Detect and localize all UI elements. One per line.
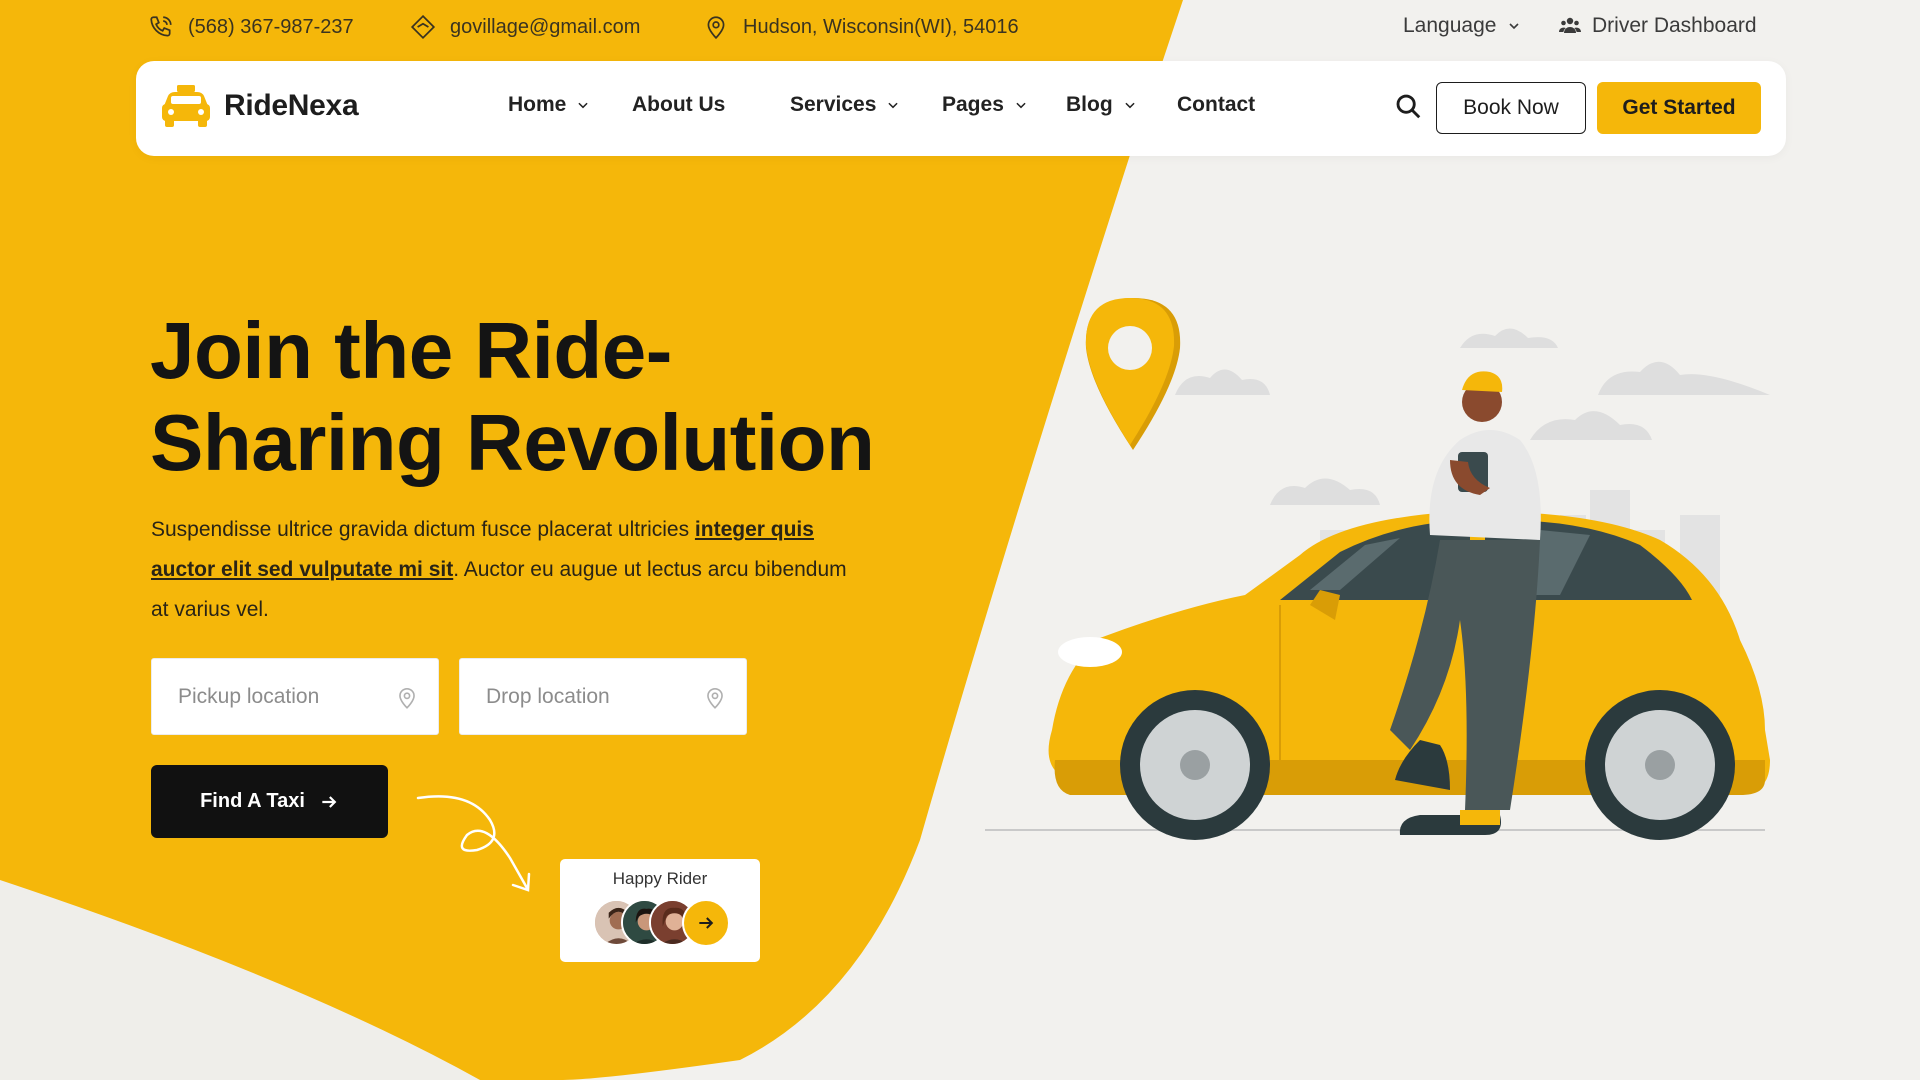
language-label: Language — [1403, 14, 1497, 37]
happy-rider-label: Happy Rider — [612, 869, 708, 888]
chevron-down-icon — [1125, 102, 1135, 109]
taxi-rider-illustration — [985, 298, 1770, 840]
book-now-button[interactable]: Book Now — [1436, 82, 1586, 134]
hero-title: Join the Ride- Sharing Revolution — [150, 305, 910, 489]
address-text: Hudson, Wisconsin(WI), 54016 — [743, 15, 1019, 38]
hero-desc-part-1: Suspendisse ultrice gravida dictum fusce… — [151, 518, 695, 541]
main-navbar: RideNexa Home About Us Services Pages Bl… — [136, 61, 1786, 156]
phone-contact[interactable]: (568) 367-987-237 — [148, 14, 354, 40]
nav-item-pages[interactable]: Pages — [942, 93, 1028, 117]
nav-label: Home — [508, 93, 567, 116]
find-taxi-button[interactable]: Find A Taxi — [151, 765, 388, 838]
happy-rider-arrow-button[interactable] — [682, 899, 730, 947]
hero-description: Suspendisse ultrice gravida dictum fusce… — [151, 510, 851, 630]
pickup-location-input[interactable] — [178, 684, 368, 709]
hero-title-line-1: Join the Ride- — [150, 306, 672, 395]
location-pin-icon — [399, 688, 415, 709]
map-pin-icon — [707, 16, 725, 40]
nav-label: Blog — [1066, 93, 1113, 116]
find-taxi-label: Find A Taxi — [200, 790, 305, 812]
driver-dashboard-link[interactable]: Driver Dashboard — [1558, 14, 1757, 38]
email-contact[interactable]: govillage@gmail.com — [410, 14, 640, 40]
nav-item-about-us[interactable]: About Us — [632, 93, 725, 117]
get-started-button[interactable]: Get Started — [1597, 82, 1761, 134]
chevron-down-icon — [1509, 23, 1520, 30]
arrow-right-icon — [699, 917, 714, 929]
brand-logo[interactable]: RideNexa — [160, 83, 359, 129]
nav-item-contact[interactable]: Contact — [1177, 93, 1255, 117]
curved-arrow-decoration — [416, 795, 531, 892]
top-info-bar: (568) 367-987-237 govillage@gmail.com Hu… — [0, 0, 1920, 58]
chevron-down-icon — [1016, 102, 1026, 109]
search-icon[interactable] — [1393, 91, 1423, 121]
nav-item-home[interactable]: Home — [508, 93, 590, 117]
brand-name: RideNexa — [224, 89, 359, 122]
address-info: Hudson, Wisconsin(WI), 54016 — [703, 14, 1019, 40]
hero-title-line-2: Sharing Revolution — [150, 398, 875, 487]
email-icon — [410, 14, 436, 40]
drop-location-input[interactable] — [486, 684, 676, 709]
nav-item-blog[interactable]: Blog — [1066, 93, 1137, 117]
drop-location-field[interactable] — [459, 658, 747, 735]
driver-dashboard-label: Driver Dashboard — [1592, 14, 1757, 37]
nav-label: Pages — [942, 93, 1004, 116]
taxi-logo-icon — [162, 85, 210, 127]
nav-label: Contact — [1177, 93, 1256, 116]
nav-label: About Us — [632, 93, 726, 116]
chevron-down-icon — [888, 102, 899, 109]
nav-item-services[interactable]: Services — [790, 93, 900, 117]
language-selector[interactable]: Language — [1403, 14, 1522, 38]
pickup-location-field[interactable] — [151, 658, 439, 735]
email-address: govillage@gmail.com — [450, 15, 641, 38]
phone-number: (568) 367-987-237 — [188, 15, 354, 38]
users-icon — [1559, 17, 1581, 33]
arrow-right-icon — [322, 795, 337, 808]
location-pin-icon — [707, 688, 723, 709]
chevron-down-icon — [578, 102, 588, 109]
phone-icon — [150, 16, 172, 37]
happy-rider-card: Happy Rider — [560, 859, 760, 962]
nav-label: Services — [790, 93, 877, 116]
